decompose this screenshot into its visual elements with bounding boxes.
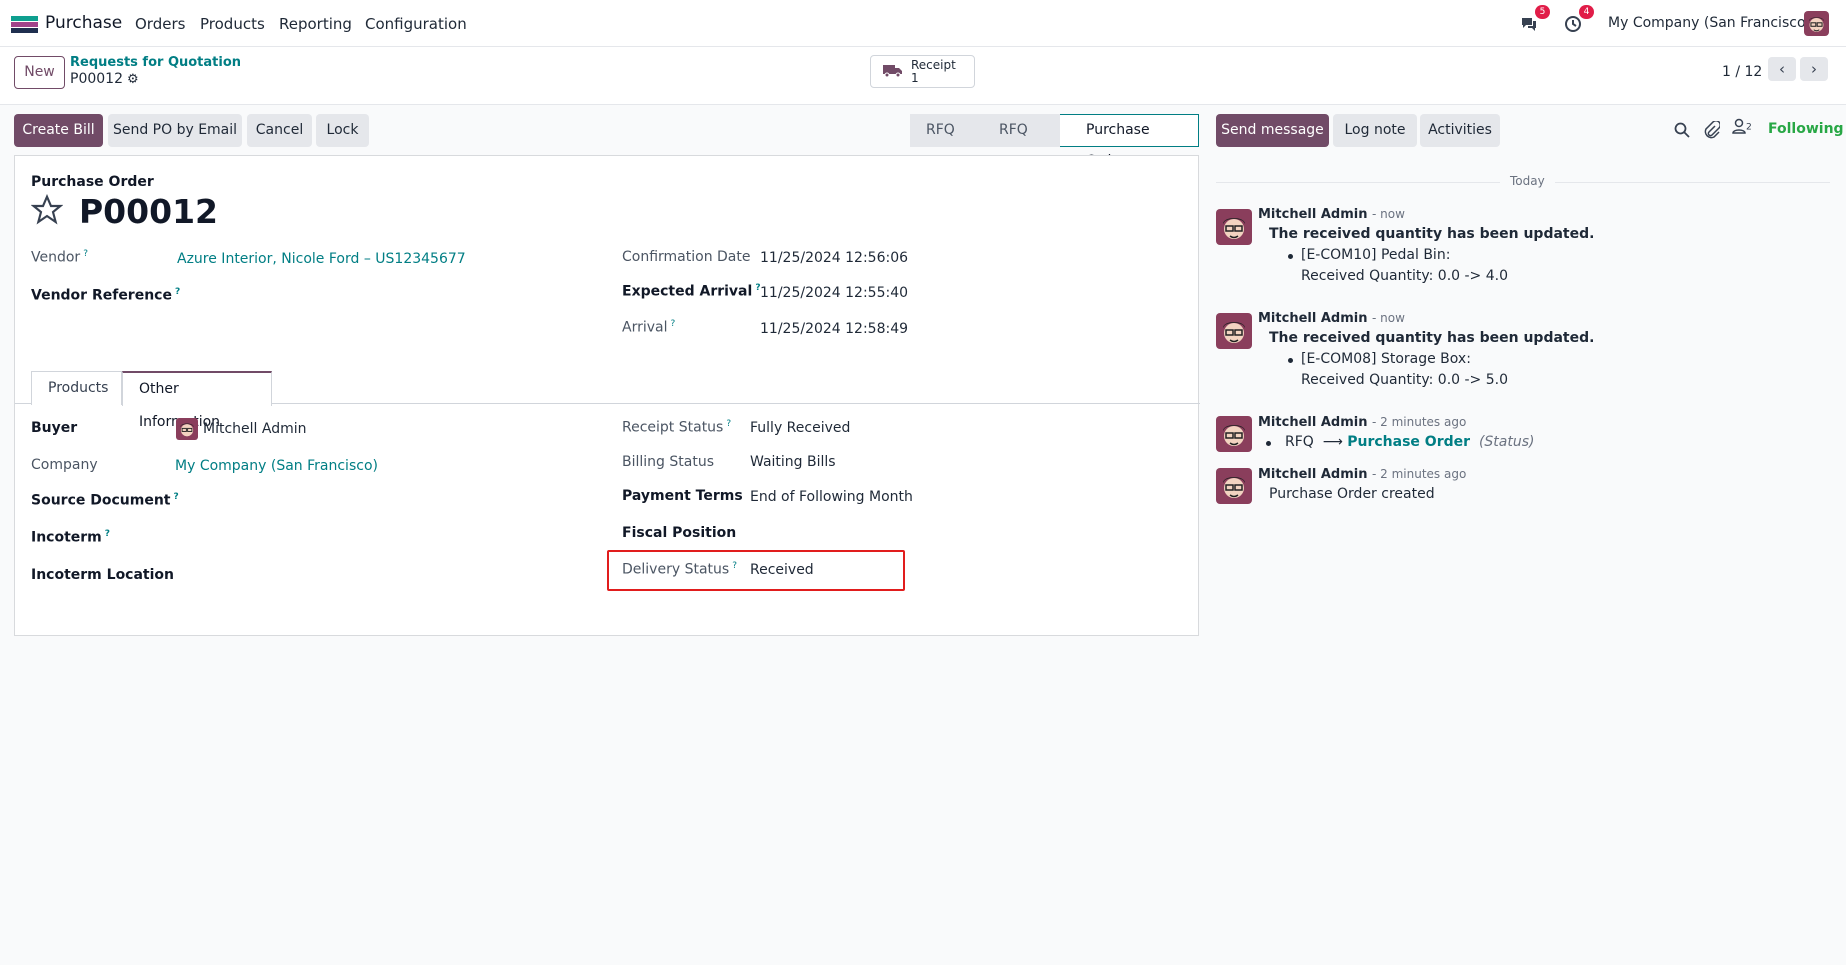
receipt-label: Receipt (911, 57, 956, 72)
send-message-button[interactable]: Send message (1216, 114, 1329, 147)
message-title: The received quantity has been updated. (1269, 226, 1595, 242)
chat-badge: 5 (1535, 5, 1550, 19)
message-body: Purchase Order created (1269, 486, 1435, 502)
breadcrumb-current: P00012 ⚙ (70, 71, 139, 87)
tab-products[interactable]: Products (31, 371, 122, 405)
activities-button[interactable]: Activities (1420, 114, 1500, 147)
followers-button[interactable]: 2 (1732, 118, 1752, 137)
message-item: [E-COM08] Storage Box: (1301, 351, 1471, 367)
record-name: P00012 (70, 71, 123, 87)
incoterm-label: Incoterm? (31, 529, 111, 546)
notebook-tabs: Products Other Information (15, 364, 1200, 430)
receipt-count: 1 (911, 70, 919, 85)
truck-icon (883, 62, 903, 82)
chat-icon[interactable]: 5 (1517, 5, 1550, 36)
message-author: Mitchell Admin - 2 minutes ago (1258, 415, 1467, 430)
activity-clock-icon[interactable]: 4 (1561, 5, 1594, 36)
log-note-button[interactable]: Log note (1333, 114, 1417, 147)
buyer-label: Buyer (31, 420, 78, 436)
cancel-button[interactable]: Cancel (247, 114, 312, 147)
new-button[interactable]: New (14, 56, 65, 89)
app-name[interactable]: Purchase (45, 13, 122, 33)
vendor-label: Vendor? (31, 249, 88, 266)
payment-terms-label: Payment Terms (622, 488, 743, 504)
follower-icon (1732, 118, 1746, 137)
order-number: P00012 (79, 192, 218, 231)
activity-badge: 4 (1579, 5, 1594, 19)
bullet (1266, 441, 1271, 446)
payment-terms-field[interactable]: End of Following Month (750, 489, 913, 505)
user-avatar[interactable] (1804, 11, 1829, 36)
stage-rfq[interactable]: RFQ (910, 114, 973, 147)
message-author: Mitchell Admin - now (1258, 311, 1405, 326)
tab-other-information[interactable]: Other Information (122, 371, 272, 430)
bullet (1288, 254, 1293, 259)
arrival-field[interactable]: 11/25/2024 12:58:49 (760, 321, 908, 337)
gear-icon[interactable]: ⚙ (127, 72, 139, 87)
message-title: The received quantity has been updated. (1269, 330, 1595, 346)
search-icon[interactable] (1674, 122, 1690, 142)
breadcrumb-parent[interactable]: Requests for Quotation (70, 55, 241, 70)
message-avatar[interactable] (1216, 313, 1252, 349)
message-avatar[interactable] (1216, 416, 1252, 452)
attachment-icon[interactable] (1704, 120, 1721, 143)
message-avatar[interactable] (1216, 468, 1252, 504)
tracking-value: RFQ ⟶ Purchase Order (Status) (1285, 434, 1535, 450)
send-po-email-button[interactable]: Send PO by Email (108, 114, 242, 147)
company-switcher[interactable]: My Company (San Francisco) (1608, 15, 1811, 31)
menu-reporting[interactable]: Reporting (279, 15, 352, 33)
source-document-label: Source Document? (31, 492, 179, 509)
document-type-label: Purchase Order (31, 174, 154, 190)
today-label: Today (1500, 174, 1555, 188)
bullet (1288, 358, 1293, 363)
followers-count: 2 (1746, 121, 1752, 133)
arrival-label: Arrival? (622, 319, 676, 336)
message-avatar[interactable] (1216, 209, 1252, 245)
company-label: Company (31, 457, 98, 473)
menu-products[interactable]: Products (200, 15, 265, 33)
stage-purchase-order[interactable]: Purchase Order (1060, 114, 1199, 169)
pager-previous-icon[interactable]: ‹ (1768, 57, 1796, 81)
company-field[interactable]: My Company (San Francisco) (175, 458, 378, 474)
status-bar: RFQ RFQ Sent Purchase Order (910, 114, 1199, 171)
purchase-app-icon[interactable] (11, 16, 38, 33)
receipt-status-field: Fully Received (750, 420, 851, 436)
incoterm-location-label: Incoterm Location (31, 567, 175, 583)
stage-rfq-sent[interactable]: RFQ Sent (973, 114, 1060, 171)
menu-orders[interactable]: Orders (135, 15, 185, 33)
fiscal-position-label: Fiscal Position (622, 525, 737, 541)
message-author: Mitchell Admin - 2 minutes ago (1258, 467, 1467, 482)
lock-button[interactable]: Lock (316, 114, 369, 147)
billing-status-label: Billing Status (622, 454, 714, 470)
message-author: Mitchell Admin - now (1258, 207, 1405, 222)
message-detail: Received Quantity: 0.0 -> 5.0 (1301, 372, 1509, 388)
billing-status-field: Waiting Bills (750, 454, 836, 470)
confirmation-date-label: Confirmation Date (622, 249, 751, 265)
buyer-field[interactable]: Mitchell Admin (203, 421, 307, 437)
message-detail: Received Quantity: 0.0 -> 4.0 (1301, 268, 1509, 284)
delivery-status-highlight (607, 550, 905, 591)
create-bill-button[interactable]: Create Bill (14, 114, 103, 147)
expected-arrival-label: Expected Arrival? (622, 283, 761, 300)
buyer-avatar (176, 418, 198, 440)
control-panel: New Requests for Quotation P00012 ⚙ Recei… (0, 47, 1846, 105)
star-icon[interactable] (30, 193, 64, 230)
message-item: [E-COM10] Pedal Bin: (1301, 247, 1451, 263)
vendor-reference-label: Vendor Reference? (31, 287, 181, 304)
menu-configuration[interactable]: Configuration (365, 15, 467, 33)
pager-next-icon[interactable]: › (1800, 57, 1828, 81)
vendor-field[interactable]: Azure Interior, Nicole Ford – US12345677 (177, 251, 466, 267)
pager-value[interactable]: 1 / 12 (1722, 64, 1762, 80)
receipt-smart-button[interactable]: Receipt 1 (870, 55, 975, 88)
top-navbar: Purchase Orders Products Reporting Confi… (0, 0, 1846, 47)
receipt-status-label: Receipt Status? (622, 419, 732, 436)
following-button[interactable]: Following (1768, 121, 1844, 137)
expected-arrival-field[interactable]: 11/25/2024 12:55:40 (760, 285, 908, 301)
confirmation-date-field[interactable]: 11/25/2024 12:56:06 (760, 250, 908, 266)
